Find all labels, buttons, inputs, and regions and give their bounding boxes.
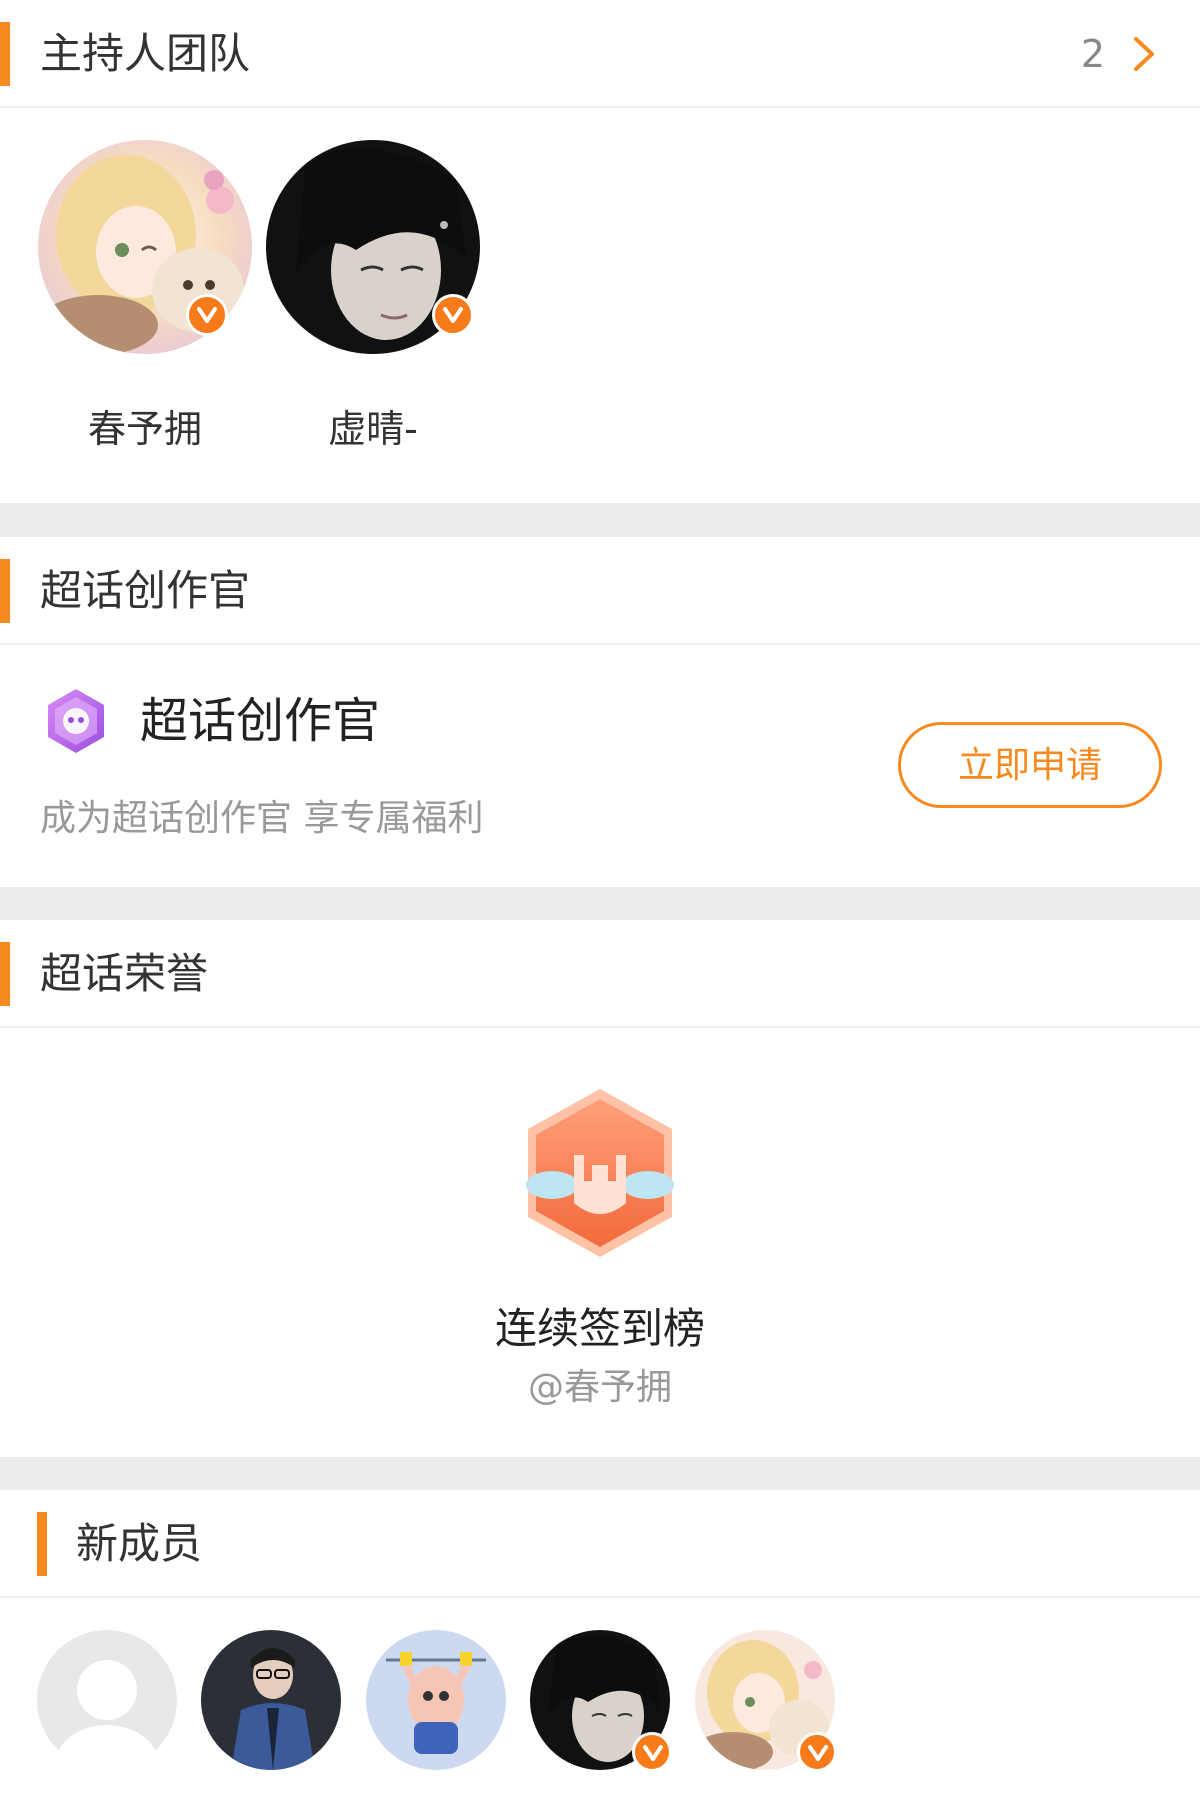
member-avatar[interactable] — [530, 1630, 672, 1772]
section-title: 超话荣誉 — [40, 949, 209, 998]
host-name: 虚晴- — [328, 407, 418, 451]
new-members-header: 新成员 — [0, 1490, 1200, 1598]
honor-header: 超话荣誉 — [0, 920, 1200, 1028]
host-team-section: 主持人团队 2 春予拥 虚晴- — [0, 0, 1200, 503]
avatar — [201, 1630, 341, 1770]
accent-bar — [0, 559, 10, 623]
verified-badge-icon — [186, 294, 228, 336]
honor-section: 超话荣誉 连续签到榜 @春予拥 — [0, 920, 1200, 1457]
member-avatar[interactable] — [37, 1630, 177, 1770]
honor-badge-user[interactable]: @春予拥 — [0, 1358, 1200, 1410]
creator-badge-icon — [48, 689, 104, 753]
section-title: 新成员 — [76, 1519, 203, 1568]
host-item[interactable]: 春予拥 — [38, 140, 252, 451]
verified-badge-icon — [632, 1732, 672, 1772]
avatar — [37, 1630, 177, 1770]
section-title: 主持人团队 — [40, 29, 251, 78]
member-avatar[interactable] — [366, 1630, 506, 1770]
member-avatar[interactable] — [201, 1630, 341, 1770]
creator-header: 超话创作官 — [0, 537, 1200, 645]
host-item[interactable]: 虚晴- — [266, 140, 480, 451]
apply-now-button[interactable]: 立即申请 — [898, 722, 1162, 808]
host-team-header[interactable]: 主持人团队 2 — [0, 0, 1200, 108]
host-count: 2 — [1080, 32, 1105, 76]
creator-title: 超话创作官 — [140, 693, 381, 749]
verified-badge-icon — [797, 1732, 837, 1772]
avatar — [366, 1630, 506, 1770]
chevron-right-icon[interactable] — [1124, 34, 1164, 74]
honor-badge-title: 连续签到榜 — [494, 1304, 705, 1353]
verified-badge-icon — [432, 294, 474, 336]
member-avatar[interactable] — [695, 1630, 837, 1772]
section-title: 超话创作官 — [40, 566, 251, 615]
creator-section: 超话创作官 超话创作官 成为超话创作官 享专属福利 立即申请 — [0, 537, 1200, 887]
accent-bar — [37, 1512, 47, 1576]
host-name: 春予拥 — [87, 407, 202, 451]
new-members-section: 新成员 — [0, 1490, 1200, 1802]
accent-bar — [0, 942, 10, 1006]
accent-bar — [0, 22, 10, 86]
creator-subtitle: 成为超话创作官 享专属福利 — [40, 798, 484, 839]
checkin-rank-badge-icon[interactable] — [512, 1085, 688, 1261]
